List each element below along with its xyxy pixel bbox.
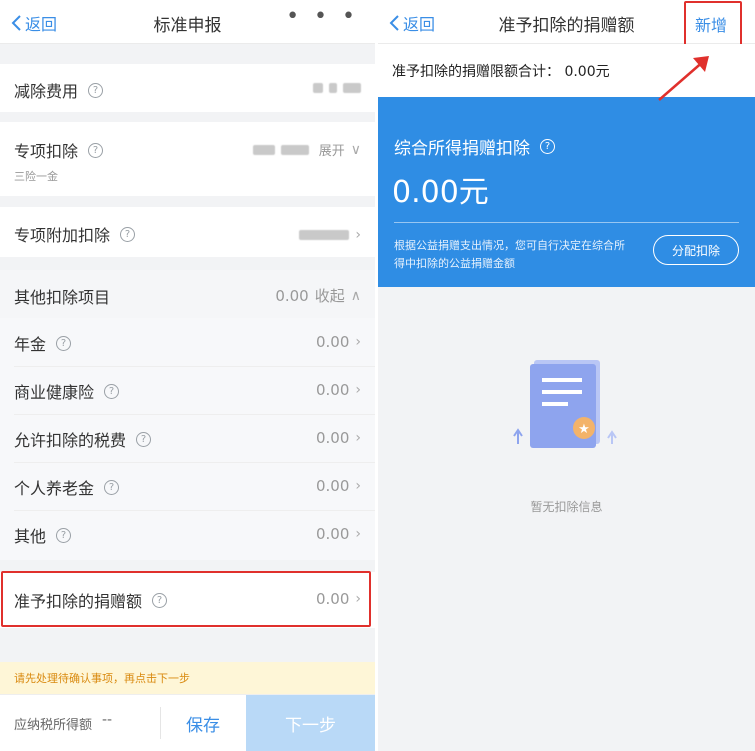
item-value: 0.00 xyxy=(315,381,350,399)
notice-banner: 请先处理待确认事项，再点击下一步 xyxy=(0,662,375,694)
help-icon[interactable]: ? xyxy=(104,479,120,495)
empty-document-icon: ★ xyxy=(513,360,617,448)
svg-text:★: ★ xyxy=(578,422,590,437)
add-button[interactable]: 新增 xyxy=(695,12,727,36)
item-value: 0.00 xyxy=(315,333,350,351)
item-label: 允许扣除的税费 xyxy=(14,431,127,450)
list-item[interactable]: 允许扣除的税费? 0.00 › xyxy=(0,414,375,462)
item-value: 0.00 xyxy=(315,477,350,495)
list-item[interactable]: 商业健康险? 0.00 › xyxy=(0,366,375,414)
help-icon[interactable]: ? xyxy=(56,335,72,351)
list-item[interactable]: 个人养老金? 0.00 › xyxy=(0,462,375,510)
chevron-right-icon: › xyxy=(355,526,361,542)
row-label: 准予扣除的捐赠额 xyxy=(14,592,143,611)
help-icon[interactable]: ? xyxy=(88,142,104,158)
row-special-deduction[interactable]: 专项扣除 ? 三险一金 展开 ∨ xyxy=(0,122,375,196)
chevron-left-icon xyxy=(11,15,21,31)
chevron-up-icon: ∧ xyxy=(350,287,361,304)
blurred-value: › xyxy=(293,227,361,243)
card-amount: 0.00元 xyxy=(392,175,489,210)
item-label: 其他 xyxy=(14,527,47,546)
item-value: 0.00 xyxy=(315,429,350,447)
chevron-right-icon: › xyxy=(355,478,361,494)
card-title: 综合所得捐赠扣除 xyxy=(394,139,530,159)
other-deductions-list: 年金? 0.00 › 商业健康险? 0.00 › 允许扣除的税费? 0.00 › 个人… xyxy=(0,318,375,560)
help-icon[interactable]: ? xyxy=(136,431,152,447)
taxable-income-value: -- xyxy=(102,712,113,728)
empty-message: 暂无扣除信息 xyxy=(530,500,603,514)
row-other-deductions[interactable]: 其他扣除项目 0.00 收起 ∧ xyxy=(0,270,375,318)
back-button[interactable]: 返回 xyxy=(388,11,435,35)
chevron-right-icon: › xyxy=(355,430,361,446)
next-step-button[interactable]: 下一步 xyxy=(246,695,375,751)
card-note: 根据公益捐赠支出情况，您可自行决定在综合所得中扣除的公益捐赠金额 xyxy=(394,239,625,270)
list-item[interactable]: 其他? 0.00 › xyxy=(0,510,375,558)
other-value: 0.00 xyxy=(275,286,309,305)
nav-bar: 返回 准予扣除的捐赠额 新增 xyxy=(378,0,755,44)
help-icon[interactable]: ? xyxy=(120,226,136,242)
item-label: 商业健康险 xyxy=(14,383,95,402)
allocate-deduction-button[interactable]: 分配扣除 xyxy=(653,235,739,265)
collapse-toggle[interactable]: 收起 xyxy=(315,285,345,306)
back-label: 返回 xyxy=(25,15,58,34)
chevron-right-icon: › xyxy=(355,382,361,398)
chevron-right-icon: › xyxy=(355,591,361,607)
row-label: 专项附加扣除 xyxy=(14,226,111,245)
limit-summary: 准予扣除的捐赠限额合计： 0.00元 xyxy=(378,44,755,97)
help-icon[interactable]: ? xyxy=(152,592,168,608)
donation-value: 0.00 xyxy=(315,590,350,608)
help-icon[interactable]: ? xyxy=(56,527,72,543)
row-donation-deduction[interactable]: 准予扣除的捐赠额 ? 0.00 › xyxy=(0,572,375,628)
row-label: 专项扣除 xyxy=(14,142,79,161)
list-item[interactable]: 年金? 0.00 › xyxy=(0,318,375,366)
item-label: 年金 xyxy=(14,335,47,354)
back-label: 返回 xyxy=(403,15,436,34)
more-menu-icon[interactable]: • • • xyxy=(286,4,359,29)
expand-toggle[interactable]: 展开 xyxy=(319,140,345,159)
row-reduce-expense[interactable]: 减除费用 ? xyxy=(0,64,375,112)
help-icon[interactable]: ? xyxy=(88,82,104,98)
back-button[interactable]: 返回 xyxy=(10,11,57,35)
chevron-right-icon: › xyxy=(355,334,361,350)
chevron-down-icon: ∨ xyxy=(350,141,361,158)
chevron-left-icon xyxy=(389,15,399,31)
row-special-additional[interactable]: 专项附加扣除 ? › xyxy=(0,207,375,257)
nav-bar: 返回 标准申报 • • • xyxy=(0,0,375,44)
limit-text: 准予扣除的捐赠限额合计： 0.00元 xyxy=(392,64,610,80)
item-value: 0.00 xyxy=(315,525,350,543)
chevron-right-icon: › xyxy=(355,227,361,243)
bottom-bar: 应纳税所得额 -- 保存 下一步 xyxy=(0,694,375,751)
donation-summary-card: 综合所得捐赠扣除 ? 0.00元 根据公益捐赠支出情况，您可自行决定在综合所得中… xyxy=(378,97,755,287)
taxable-income-label: 应纳税所得额 xyxy=(14,718,93,733)
row-sublabel: 三险一金 xyxy=(14,170,58,183)
save-button[interactable]: 保存 xyxy=(162,695,244,751)
blurred-value xyxy=(307,83,361,93)
blurred-value xyxy=(252,144,275,155)
help-icon[interactable]: ? xyxy=(540,139,555,154)
standard-declaration-screen: 返回 标准申报 • • • 减除费用 ? 专项扣除 ? 三险一金 展开 ∨ 专项… xyxy=(0,0,375,751)
row-label: 减除费用 xyxy=(14,82,79,101)
help-icon[interactable]: ? xyxy=(104,383,120,399)
item-label: 个人养老金 xyxy=(14,479,95,498)
donation-deduction-screen: 返回 准予扣除的捐赠额 新增 准予扣除的捐赠限额合计： 0.00元 综合所得捐赠… xyxy=(378,0,755,751)
row-label: 其他扣除项目 xyxy=(14,288,111,307)
